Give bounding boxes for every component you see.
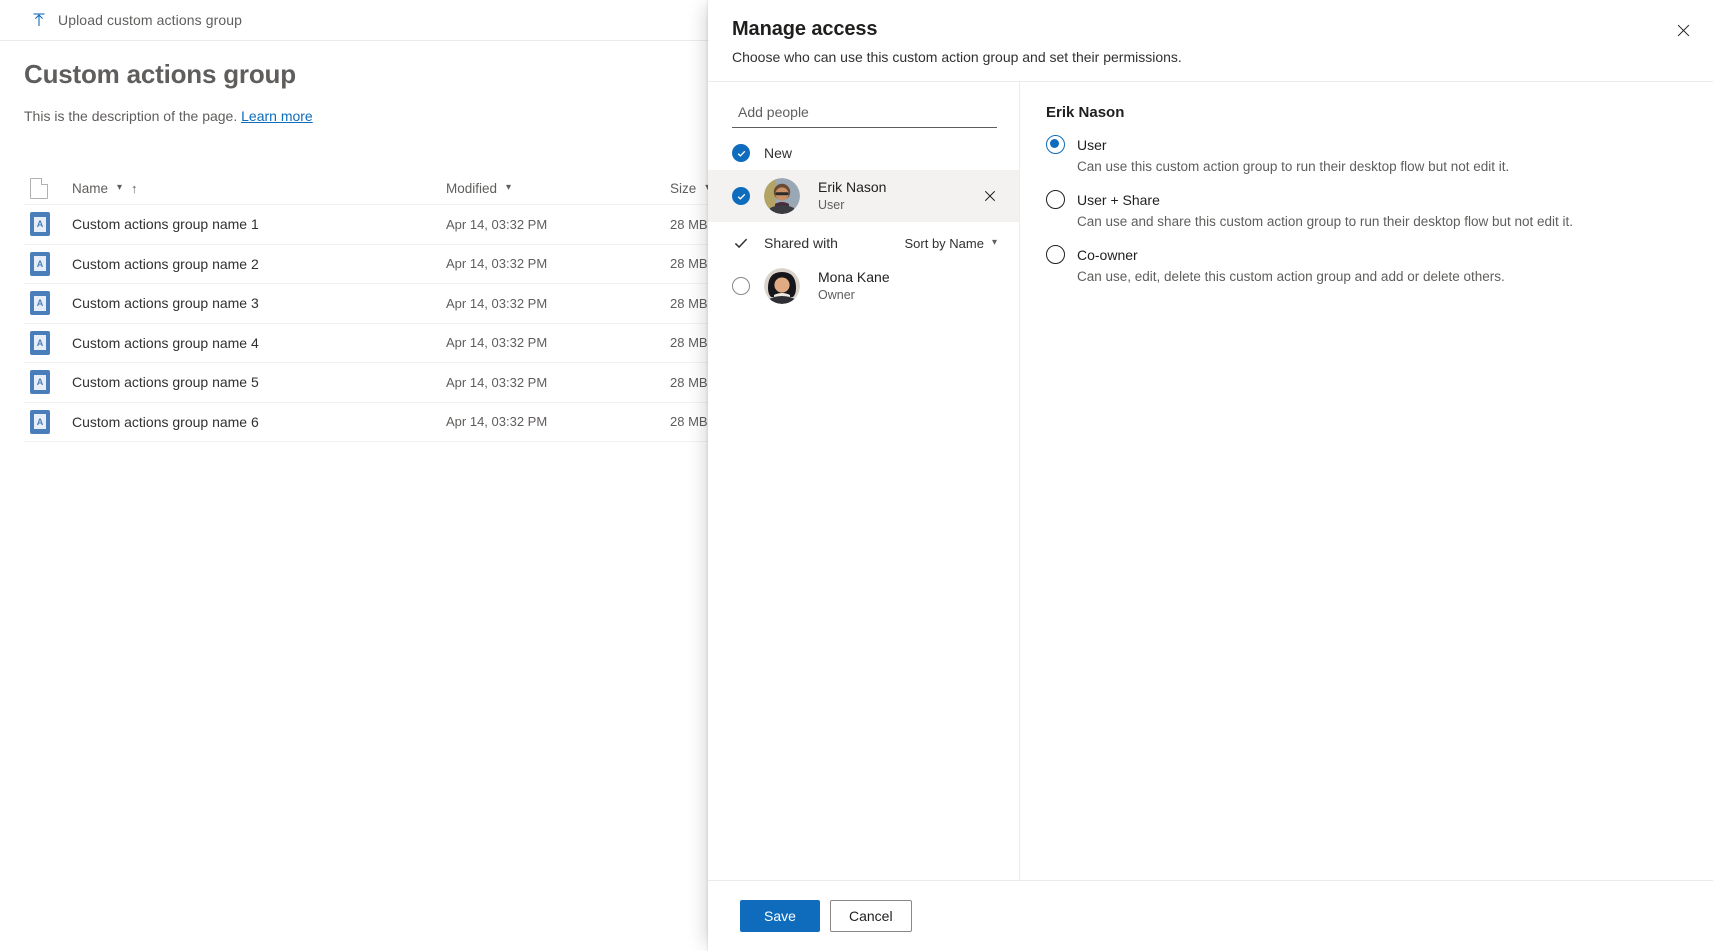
- cancel-button[interactable]: Cancel: [830, 900, 912, 932]
- column-header-modified[interactable]: Modified ▾: [446, 181, 670, 196]
- row-name-cell: Custom actions group name 4: [72, 334, 259, 351]
- checkmark-icon[interactable]: [732, 234, 750, 252]
- radio-unselected-icon[interactable]: [1046, 190, 1065, 209]
- row-icon-cell: A: [24, 291, 72, 316]
- radio-unselected-icon[interactable]: [1046, 245, 1065, 264]
- group-header-shared-with[interactable]: Shared with Sort by Name ▾: [708, 226, 1019, 260]
- column-header-name-label: Name: [72, 180, 109, 196]
- file-icon: [30, 177, 48, 199]
- row-modified-cell: Apr 14, 03:32 PM: [446, 256, 548, 272]
- close-icon[interactable]: [977, 183, 1003, 209]
- save-button[interactable]: Save: [740, 900, 820, 932]
- people-column: New: [708, 82, 1020, 880]
- column-header-size-label: Size: [670, 180, 697, 196]
- avatar: [764, 268, 800, 304]
- permissions-column: Erik Nason User Can use this custom acti…: [1020, 82, 1713, 880]
- row-modified-cell: Apr 14, 03:32 PM: [446, 295, 548, 311]
- row-icon-cell: A: [24, 370, 72, 395]
- person-row-erik-nason[interactable]: Erik Nason User: [708, 170, 1019, 222]
- add-people-input[interactable]: [732, 98, 997, 128]
- permission-description: Can use, edit, delete this custom action…: [1077, 269, 1505, 284]
- upload-custom-actions-group-button[interactable]: Upload custom actions group: [24, 0, 248, 40]
- custom-action-group-icon: A: [30, 370, 50, 395]
- row-modified-cell: Apr 14, 03:32 PM: [446, 335, 548, 351]
- person-name: Erik Nason: [818, 179, 887, 195]
- manage-access-panel: Manage access Choose who can use this cu…: [708, 0, 1713, 951]
- row-icon-cell: A: [24, 251, 72, 276]
- page-description: This is the description of the page. Lea…: [24, 108, 313, 124]
- row-modified-cell: Apr 14, 03:32 PM: [446, 374, 548, 390]
- permission-option-user: User Can use this custom action group to…: [1046, 135, 1687, 174]
- permission-option-user-share: User + Share Can use and share this cust…: [1046, 190, 1687, 229]
- custom-action-group-icon: A: [30, 212, 50, 237]
- permission-option-co-owner-row[interactable]: Co-owner: [1046, 245, 1687, 264]
- page-title: Custom actions group: [24, 59, 296, 89]
- row-name-cell: Custom actions group name 5: [72, 374, 259, 391]
- checkbox-checked-icon[interactable]: [732, 187, 750, 205]
- panel-body: New: [708, 82, 1713, 880]
- sort-ascending-icon: ↑: [131, 180, 138, 196]
- permission-description: Can use this custom action group to run …: [1077, 159, 1510, 174]
- panel-footer: Save Cancel: [708, 880, 1713, 951]
- row-name-cell: Custom actions group name 2: [72, 255, 259, 272]
- row-icon-cell: A: [24, 212, 72, 237]
- row-icon-cell: A: [24, 330, 72, 355]
- row-icon-cell: A: [24, 409, 72, 434]
- chevron-down-icon: ▾: [991, 237, 997, 248]
- permissions-subject-name: Erik Nason: [1046, 104, 1125, 121]
- checkbox-unchecked-icon[interactable]: [732, 277, 750, 295]
- column-header-name[interactable]: Name ▾ ↑: [72, 181, 446, 196]
- permission-label: Co-owner: [1077, 246, 1138, 263]
- row-name-cell: Custom actions group name 3: [72, 295, 259, 312]
- person-role: Owner: [818, 288, 855, 302]
- person-role: User: [818, 198, 845, 212]
- chevron-down-icon: ▾: [117, 182, 123, 193]
- panel-title: Manage access: [732, 18, 878, 40]
- person-meta: Erik Nason User: [818, 178, 977, 214]
- row-name-cell: Custom actions group name 6: [72, 413, 259, 430]
- column-header-modified-label: Modified: [446, 180, 498, 196]
- avatar: [764, 178, 800, 214]
- permission-option-user-share-row[interactable]: User + Share: [1046, 190, 1687, 209]
- permission-description: Can use and share this custom action gro…: [1077, 214, 1574, 229]
- person-meta: Mona Kane Owner: [818, 268, 1003, 304]
- group-label-new: New: [764, 145, 793, 161]
- permission-label: User: [1077, 136, 1107, 153]
- sort-by-name-button[interactable]: Sort by Name ▾: [904, 236, 997, 251]
- panel-header: Manage access Choose who can use this cu…: [708, 0, 1713, 82]
- custom-action-group-icon: A: [30, 251, 50, 276]
- permission-option-co-owner: Co-owner Can use, edit, delete this cust…: [1046, 245, 1687, 284]
- permission-option-user-row[interactable]: User: [1046, 135, 1687, 154]
- row-name-cell: Custom actions group name 1: [72, 216, 259, 233]
- column-header-file-icon[interactable]: [24, 177, 72, 199]
- checkbox-checked-icon[interactable]: [732, 144, 750, 162]
- group-header-new[interactable]: New: [708, 136, 1019, 170]
- page-description-text: This is the description of the page.: [24, 108, 238, 124]
- row-modified-cell: Apr 14, 03:32 PM: [446, 414, 548, 430]
- row-modified-cell: Apr 14, 03:32 PM: [446, 216, 548, 232]
- close-icon[interactable]: [1667, 14, 1699, 46]
- sort-by-name-label: Sort by Name: [904, 235, 984, 251]
- custom-action-group-icon: A: [30, 330, 50, 355]
- group-label-shared-with: Shared with: [764, 235, 838, 251]
- chevron-down-icon: ▾: [506, 182, 512, 193]
- upload-arrow-icon: [30, 12, 47, 29]
- permission-label: User + Share: [1077, 191, 1160, 208]
- add-people-wrapper: [708, 82, 1019, 128]
- person-row-mona-kane[interactable]: Mona Kane Owner: [708, 260, 1019, 312]
- learn-more-link[interactable]: Learn more: [241, 108, 313, 124]
- custom-action-group-icon: A: [30, 291, 50, 316]
- radio-selected-icon[interactable]: [1046, 135, 1065, 154]
- panel-subtitle: Choose who can use this custom action gr…: [732, 49, 1182, 65]
- person-name: Mona Kane: [818, 269, 890, 285]
- upload-button-label: Upload custom actions group: [58, 12, 243, 28]
- custom-action-group-icon: A: [30, 409, 50, 434]
